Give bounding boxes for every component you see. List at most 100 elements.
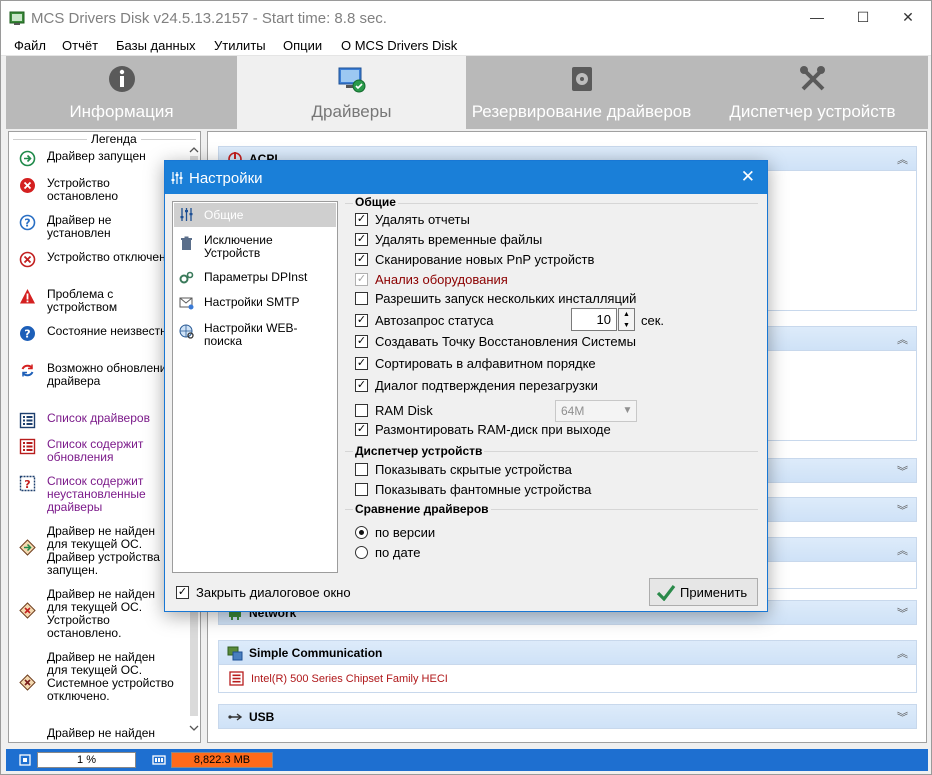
menu-about[interactable]: О MCS Drivers Disk (341, 38, 457, 53)
radio-button[interactable] (355, 526, 368, 539)
expand-chevron-icon[interactable]: ︾ (897, 709, 908, 725)
menu-bar: Файл Отчёт Базы данных Утилиты Опции О M… (1, 34, 931, 56)
checkbox[interactable]: ✓ (355, 357, 368, 370)
checkbox[interactable] (355, 404, 368, 417)
device-disabled-icon (19, 251, 36, 268)
update-available-icon (21, 364, 34, 377)
menu-report[interactable]: Отчёт (62, 38, 98, 53)
device-manager-section (345, 451, 758, 506)
general-section-title: Общие (353, 195, 398, 209)
checkbox[interactable]: ✓ (355, 335, 368, 348)
checkbox[interactable] (355, 463, 368, 476)
trash-icon (181, 236, 192, 250)
apply-button[interactable]: Применить (649, 578, 758, 606)
tab-device-manager-label: Диспетчер устройств (729, 102, 896, 121)
window-title: MCS Drivers Disk v24.5.13.2157 - Start t… (31, 10, 387, 27)
dialog-title: Настройки (189, 170, 263, 187)
app-icon (9, 11, 25, 25)
menu-databases[interactable]: Базы данных (116, 38, 196, 53)
driver-not-installed-icon: ? (19, 214, 36, 231)
checkbox[interactable]: ✓ (355, 379, 368, 392)
dialog-close-button[interactable]: ✕ (741, 167, 755, 187)
checkbox: ✓ (355, 273, 368, 286)
collapse-chevron-icon[interactable]: ︽ (897, 645, 908, 661)
nav-item-smtp[interactable]: Настройки SMTP (174, 295, 336, 311)
not-found-disabled-icon (19, 674, 36, 691)
device-item-heci[interactable]: Intel(R) 500 Series Chipset Family HECI (251, 673, 448, 685)
device-manager-section-title: Диспетчер устройств (353, 444, 485, 458)
driver-compare-section (345, 509, 758, 571)
checkbox[interactable]: ✓ (355, 314, 368, 327)
settings-sliders-icon (171, 172, 183, 184)
expand-chevron-icon[interactable]: ︾ (897, 463, 908, 479)
checkbox[interactable]: ✓ (355, 213, 368, 226)
gears-icon (179, 271, 194, 284)
expand-chevron-icon[interactable]: ︾ (897, 605, 908, 621)
group-header-simple-communication[interactable]: Simple Communication ︽ (218, 640, 917, 665)
nav-item-general[interactable]: Общие (174, 203, 336, 227)
svg-text:?: ? (24, 217, 30, 230)
maximize-button[interactable]: ☐ (840, 1, 886, 34)
memory-usage: 8,822.3 MB (171, 752, 273, 768)
nav-item-device-exclusion[interactable]: Исключение Устройств (174, 234, 336, 262)
driver-list-updates-icon (229, 671, 244, 686)
globe-search-icon (179, 324, 194, 339)
settings-dialog: Настройки ✕ Общие Исключение Устройств П… (164, 160, 768, 612)
driver-list-icon (19, 412, 36, 429)
group-header-usb[interactable]: USB ︾ (218, 704, 917, 729)
group-body-simple-communication: Intel(R) 500 Series Chipset Family HECI (218, 665, 917, 693)
driver-compare-section-title: Сравнение драйверов (353, 502, 491, 516)
list-updates-icon (19, 438, 36, 455)
menu-utilities[interactable]: Утилиты (214, 38, 266, 53)
checkbox[interactable]: ✓ (355, 423, 368, 436)
status-interval-stepper[interactable]: ▲ ▼ (618, 308, 635, 331)
menu-options[interactable]: Опции (283, 38, 322, 53)
usb-icon (228, 713, 243, 721)
checkbox[interactable]: ✓ (176, 586, 189, 599)
unknown-status-icon: ? (20, 326, 35, 341)
checkbox[interactable] (355, 292, 368, 305)
status-interval-unit: сек. (641, 313, 665, 328)
driver-running-icon (19, 150, 36, 167)
checkmark-icon (656, 585, 676, 601)
status-bar: 1 % 8,822.3 MB (6, 749, 928, 771)
tab-device-manager[interactable]: Диспетчер устройств (697, 56, 928, 129)
nav-item-dpinst[interactable]: Параметры DPInst (174, 270, 336, 286)
radio-button[interactable] (355, 546, 368, 559)
checkbox[interactable]: ✓ (355, 253, 368, 266)
communication-icon (227, 646, 243, 661)
chevron-down-icon: ▼ (622, 405, 633, 416)
tab-drivers[interactable]: Драйверы (237, 56, 466, 129)
collapse-chevron-icon[interactable]: ︽ (897, 151, 908, 167)
tab-information[interactable]: Информация (6, 56, 237, 129)
checkbox[interactable] (355, 483, 368, 496)
tools-icon (799, 66, 825, 91)
cpu-icon (19, 754, 31, 766)
collapse-chevron-icon[interactable]: ︽ (897, 331, 908, 347)
tab-backup-label: Резервирование драйверов (471, 102, 692, 121)
close-button[interactable]: ✕ (885, 1, 931, 34)
not-found-stopped-icon (19, 602, 36, 619)
info-icon (108, 66, 135, 92)
legend-title: Легенда (87, 132, 141, 146)
backup-icon (571, 67, 592, 91)
svg-text:?: ? (24, 328, 30, 341)
menu-file[interactable]: Файл (14, 38, 46, 53)
nav-item-web-search[interactable]: Настройки WEB-поиска (174, 322, 336, 350)
status-interval-input[interactable]: 10 (571, 308, 617, 331)
device-problem-icon (20, 289, 35, 304)
collapse-chevron-icon[interactable]: ︽ (897, 542, 908, 558)
not-found-running-icon (19, 539, 36, 556)
device-stopped-icon (20, 178, 35, 193)
sliders-icon (180, 208, 193, 221)
expand-chevron-icon[interactable]: ︾ (897, 502, 908, 518)
checkbox[interactable]: ✓ (355, 233, 368, 246)
minimize-button[interactable]: — (794, 1, 840, 34)
tab-backup[interactable]: Резервирование драйверов (466, 56, 697, 129)
settings-nav: Общие Исключение Устройств Параметры DPI… (172, 201, 338, 573)
cpu-usage: 1 % (37, 752, 136, 768)
dialog-title-bar: Настройки ✕ (165, 161, 767, 194)
title-bar: MCS Drivers Disk v24.5.13.2157 - Start t… (1, 1, 931, 34)
main-tabs: Информация Драйверы Резервирование драйв… (6, 56, 928, 129)
tab-information-label: Информация (69, 102, 174, 121)
